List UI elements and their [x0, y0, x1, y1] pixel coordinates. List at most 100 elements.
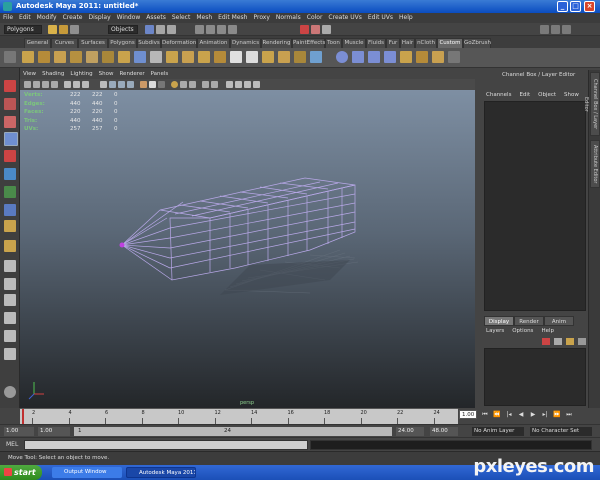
layer-menu-help[interactable]: Help: [537, 327, 558, 336]
insert-edge-loop-icon[interactable]: [86, 51, 98, 63]
channel-box-menu-edit[interactable]: Edit: [515, 90, 534, 100]
viewport-menu-lighting[interactable]: Lighting: [67, 70, 95, 79]
show-channel-box-icon[interactable]: [562, 25, 571, 34]
menu-mesh[interactable]: Mesh: [193, 13, 215, 23]
render-frame-icon[interactable]: [300, 25, 309, 34]
custom-macro-icon[interactable]: [448, 51, 460, 63]
menu-normals[interactable]: Normals: [273, 13, 304, 23]
poly-cylinder-icon[interactable]: [368, 51, 380, 63]
viewport-menu-shading[interactable]: Shading: [39, 70, 67, 79]
layer-delete-icon[interactable]: [578, 338, 586, 345]
split-polygon-icon[interactable]: [70, 51, 82, 63]
layer-tab-display[interactable]: Display: [484, 316, 514, 326]
gate-mask-icon[interactable]: [226, 81, 233, 88]
mesh-wireframe[interactable]: [20, 90, 475, 408]
isolate-select-icon[interactable]: [180, 81, 187, 88]
show-tool-settings-icon[interactable]: [551, 25, 560, 34]
menu-create[interactable]: Create: [60, 13, 86, 23]
shelf-tab-polygons[interactable]: Polygons: [108, 38, 137, 48]
save-scene-icon[interactable]: [70, 25, 79, 34]
safe-title-icon[interactable]: [253, 81, 260, 88]
single-perspective-layout-icon[interactable]: [4, 260, 16, 272]
side-tab-channel-box[interactable]: Channel Box / Layer Editor: [583, 72, 600, 136]
outliner-toggle-icon[interactable]: [4, 386, 16, 398]
character-set-dropdown[interactable]: No Character Set: [530, 427, 592, 436]
extrude-icon[interactable]: [22, 51, 34, 63]
layer-tab-anim[interactable]: Anim: [544, 316, 574, 326]
shelf-tab-rendering[interactable]: Rendering: [261, 38, 292, 48]
soft-modification-icon[interactable]: [134, 51, 146, 63]
shelf-tab-toon[interactable]: Toon: [325, 38, 342, 48]
layer-menu-options[interactable]: Options: [508, 327, 537, 336]
step-forward-key-icon[interactable]: ▸|: [540, 411, 550, 419]
shelf-tab-animation[interactable]: Animation: [197, 38, 230, 48]
open-scene-icon[interactable]: [59, 25, 68, 34]
shelf-tab-dynamics[interactable]: Dynamics: [230, 38, 261, 48]
paint-select-tool-icon[interactable]: [4, 116, 16, 128]
delete-history-icon[interactable]: [150, 51, 162, 63]
shelf-tab-gozbrush[interactable]: GoZbrush: [463, 38, 491, 48]
bridge-icon[interactable]: [38, 51, 50, 63]
shelf-tab-fur[interactable]: Fur: [386, 38, 400, 48]
resolution-gate-icon[interactable]: [82, 81, 89, 88]
safe-action-icon[interactable]: [244, 81, 251, 88]
menu-proxy[interactable]: Proxy: [250, 13, 272, 23]
shelf-menu-icon[interactable]: [4, 51, 16, 63]
play-forwards-icon[interactable]: ▶: [528, 411, 538, 419]
viewport-menu-view[interactable]: View: [20, 70, 39, 79]
menu-select[interactable]: Select: [169, 13, 194, 23]
soft-mod-tool-icon[interactable]: [4, 204, 16, 216]
menu-help[interactable]: Help: [396, 13, 416, 23]
show-attribute-editor-icon[interactable]: [540, 25, 549, 34]
shelf-tab-general[interactable]: General: [24, 38, 51, 48]
poly-plane-icon[interactable]: [384, 51, 396, 63]
channel-box-menu-channels[interactable]: Channels: [482, 90, 515, 100]
quadrangulate-icon[interactable]: [294, 51, 306, 63]
perspective-viewport[interactable]: Verts: 222 222 0 Edges: 440 440 0 Faces: 220 220 0 T…: [20, 90, 475, 408]
minimize-button[interactable]: _: [557, 1, 568, 12]
shadows-icon[interactable]: [158, 81, 165, 88]
ipr-render-icon[interactable]: [311, 25, 320, 34]
channel-box-area[interactable]: [484, 101, 586, 311]
menu-assets[interactable]: Assets: [143, 13, 169, 23]
wireframe-icon[interactable]: [100, 81, 107, 88]
hypershade-layout-icon[interactable]: [4, 330, 16, 342]
separate-icon[interactable]: [182, 51, 194, 63]
current-time-marker[interactable]: [22, 409, 24, 425]
taskbar-item-output-window[interactable]: Output Window: [52, 467, 122, 478]
smooth-icon[interactable]: [198, 51, 210, 63]
selection-mode-dropdown[interactable]: Objects: [108, 25, 138, 34]
field-chart-icon[interactable]: [235, 81, 242, 88]
shelf-tab-fluids[interactable]: Fluids: [366, 38, 386, 48]
xray-icon[interactable]: [127, 81, 134, 88]
range-slider[interactable]: 1 24: [74, 427, 392, 436]
layer-tab-render[interactable]: Render: [514, 316, 544, 326]
playback-start-field[interactable]: 1.00: [38, 427, 70, 436]
go-to-end-icon[interactable]: ⏭: [564, 411, 574, 419]
shelf-tab-deformation[interactable]: Deformation: [161, 38, 197, 48]
last-tool-used-icon[interactable]: [4, 240, 16, 252]
select-tool-icon[interactable]: [4, 80, 16, 92]
triangulate-icon[interactable]: [278, 51, 290, 63]
select-by-hierarchy-icon[interactable]: [145, 25, 154, 34]
layer-list-area[interactable]: [484, 348, 586, 406]
smooth-shade-icon[interactable]: [109, 81, 116, 88]
combine-icon[interactable]: [166, 51, 178, 63]
move-tool-icon[interactable]: [4, 132, 18, 146]
current-frame-field[interactable]: 1.00: [459, 410, 477, 419]
animation-start-field[interactable]: 1.00: [4, 427, 34, 436]
image-plane-icon[interactable]: [51, 81, 58, 88]
maximize-button[interactable]: □: [570, 1, 581, 12]
side-tab-attribute-editor[interactable]: Attribute Editor: [590, 140, 600, 188]
four-view-layout-icon[interactable]: [4, 278, 16, 290]
xray-joints-icon[interactable]: [189, 81, 196, 88]
shelf-tab-muscle[interactable]: Muscle: [342, 38, 366, 48]
select-by-object-icon[interactable]: [156, 25, 165, 34]
new-scene-icon[interactable]: [48, 25, 57, 34]
step-back-icon[interactable]: ⏪: [492, 411, 502, 419]
select-camera-icon[interactable]: [24, 81, 31, 88]
default-lighting-icon[interactable]: [171, 81, 178, 88]
custom-layout-icon[interactable]: [4, 348, 16, 360]
lasso-tool-icon[interactable]: [4, 98, 16, 110]
menu-window[interactable]: Window: [114, 13, 144, 23]
